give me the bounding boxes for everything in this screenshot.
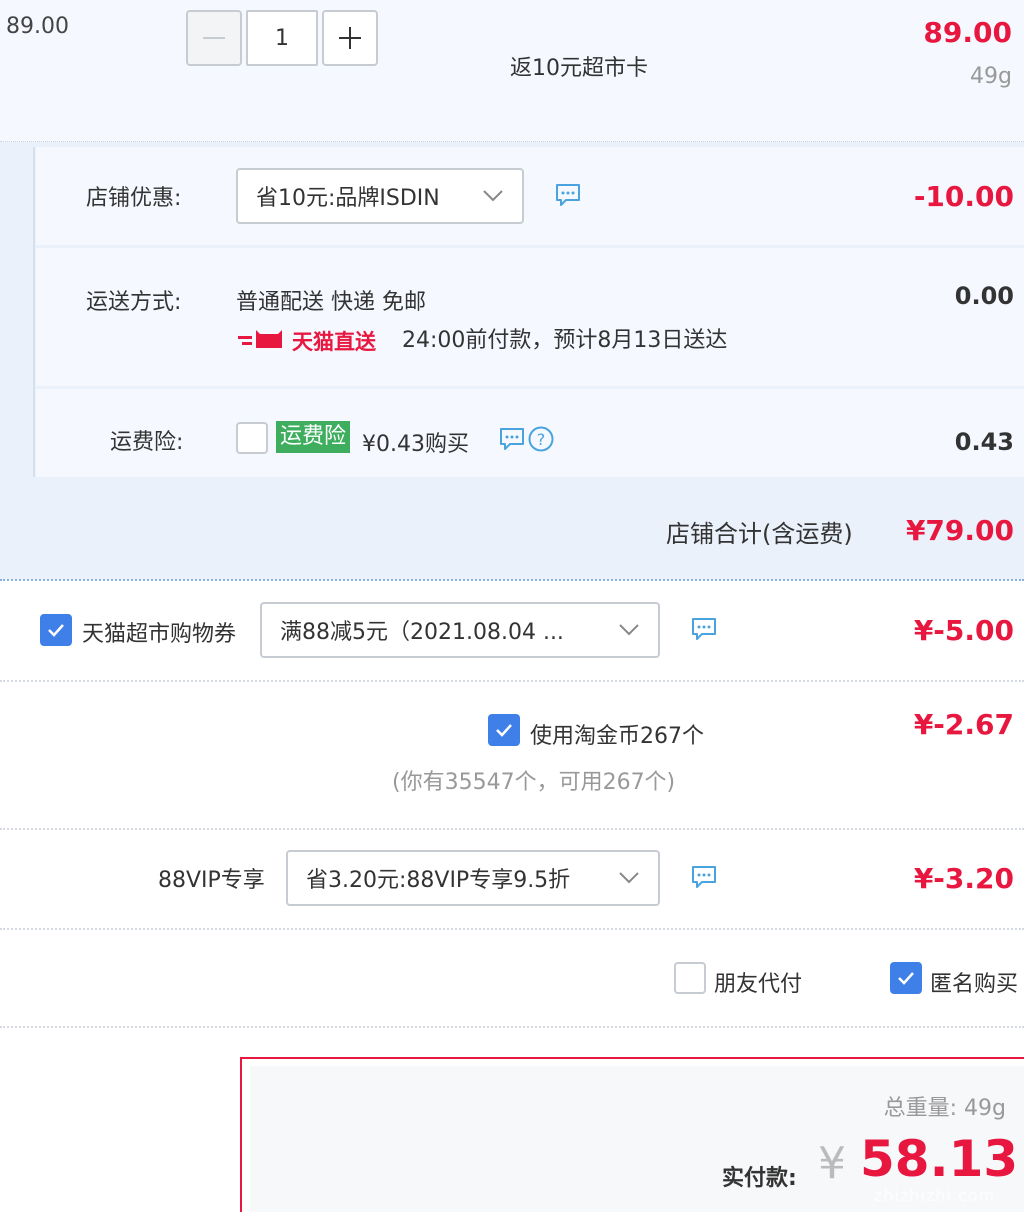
shop-discount-value: 省10元:品牌ISDIN xyxy=(256,186,440,211)
unit-price: 89.00 xyxy=(6,14,69,39)
vip-value: 省3.20元:88VIP专享9.5折 xyxy=(306,868,571,893)
check-icon xyxy=(898,972,914,985)
rebate-note: 返10元超市卡 xyxy=(510,56,648,81)
coins-label: 使用淘金币267个 xyxy=(530,724,704,749)
shipping-label: 运送方式: xyxy=(86,290,182,315)
quantity-increase-button[interactable] xyxy=(322,10,378,66)
chat-bubble-icon[interactable] xyxy=(690,864,718,890)
currency-symbol: ¥ xyxy=(818,1138,846,1189)
item-weight: 49g xyxy=(970,64,1012,89)
insurance-label: 运费险: xyxy=(110,430,184,455)
quantity-input[interactable]: 1 xyxy=(246,10,318,66)
shop-discount-amount: -10.00 xyxy=(913,180,1014,213)
tmall-cat-icon xyxy=(238,330,282,348)
friend-pay-checkbox[interactable] xyxy=(674,962,706,994)
vip-label: 88VIP专享 xyxy=(158,868,265,893)
paid-amount: 58.13 xyxy=(860,1130,1019,1188)
total-weight: 总重量: 49g xyxy=(883,1096,1006,1121)
shipping-eta: 24:00前付款，预计8月13日送达 xyxy=(402,328,728,353)
insurance-amount: 0.43 xyxy=(954,428,1014,456)
shop-discount-label: 店铺优惠: xyxy=(86,186,182,211)
vip-amount: ¥-3.20 xyxy=(913,862,1014,895)
chat-bubble-icon[interactable] xyxy=(498,426,526,452)
paid-label: 实付款: xyxy=(722,1166,797,1191)
divider xyxy=(0,1026,1024,1028)
vip-select[interactable]: 省3.20元:88VIP专享9.5折 xyxy=(286,850,660,906)
coupon-amount: ¥-5.00 xyxy=(913,614,1014,647)
anonymous-checkbox[interactable] xyxy=(890,962,922,994)
shipping-amount: 0.00 xyxy=(954,282,1014,310)
insurance-checkbox[interactable] xyxy=(236,422,268,454)
divider xyxy=(0,579,1024,581)
watermark: zhizhizhi.com xyxy=(874,1186,996,1205)
shop-section-indent xyxy=(0,147,35,477)
chevron-down-icon xyxy=(619,624,639,636)
tmall-direct-badge: 天猫直送 xyxy=(292,330,376,354)
check-icon xyxy=(48,624,64,637)
svg-text:?: ? xyxy=(537,430,546,449)
insurance-price: ¥0.43购买 xyxy=(362,432,469,457)
quantity-decrease-button[interactable] xyxy=(186,10,242,66)
shop-total-value: ¥79.00 xyxy=(905,514,1014,547)
divider xyxy=(0,680,1024,682)
shipping-row xyxy=(36,248,1024,386)
plus-icon xyxy=(339,27,361,49)
shipping-method: 普通配送 快递 免邮 xyxy=(236,290,426,315)
coupon-checkbox[interactable] xyxy=(40,614,72,646)
divider xyxy=(0,928,1024,930)
coupon-label: 天猫超市购物券 xyxy=(82,622,237,647)
coupon-value: 满88减5元（2021.08.04 ... xyxy=(280,620,564,645)
friend-pay-label: 朋友代付 xyxy=(714,972,803,997)
item-total: 89.00 xyxy=(923,16,1012,49)
shop-discount-select[interactable]: 省10元:品牌ISDIN xyxy=(236,168,524,224)
coupon-select[interactable]: 满88减5元（2021.08.04 ... xyxy=(260,602,660,658)
shop-discount-row xyxy=(36,147,1024,245)
coins-note: (你有35547个，可用267个) xyxy=(392,770,676,795)
chevron-down-icon xyxy=(483,190,503,202)
coins-checkbox[interactable] xyxy=(488,714,520,746)
coins-amount: ¥-2.67 xyxy=(913,708,1014,741)
chevron-down-icon xyxy=(619,872,639,884)
anonymous-label: 匿名购买 xyxy=(930,972,1019,997)
insurance-tag: 运费险 xyxy=(276,421,351,453)
minus-icon xyxy=(203,37,225,39)
divider xyxy=(0,828,1024,830)
help-circle-icon[interactable]: ? xyxy=(528,426,554,452)
shop-total-label: 店铺合计(含运费) xyxy=(666,520,853,548)
check-icon xyxy=(496,724,512,737)
chat-bubble-icon[interactable] xyxy=(690,616,718,642)
chat-bubble-icon[interactable] xyxy=(554,182,582,208)
